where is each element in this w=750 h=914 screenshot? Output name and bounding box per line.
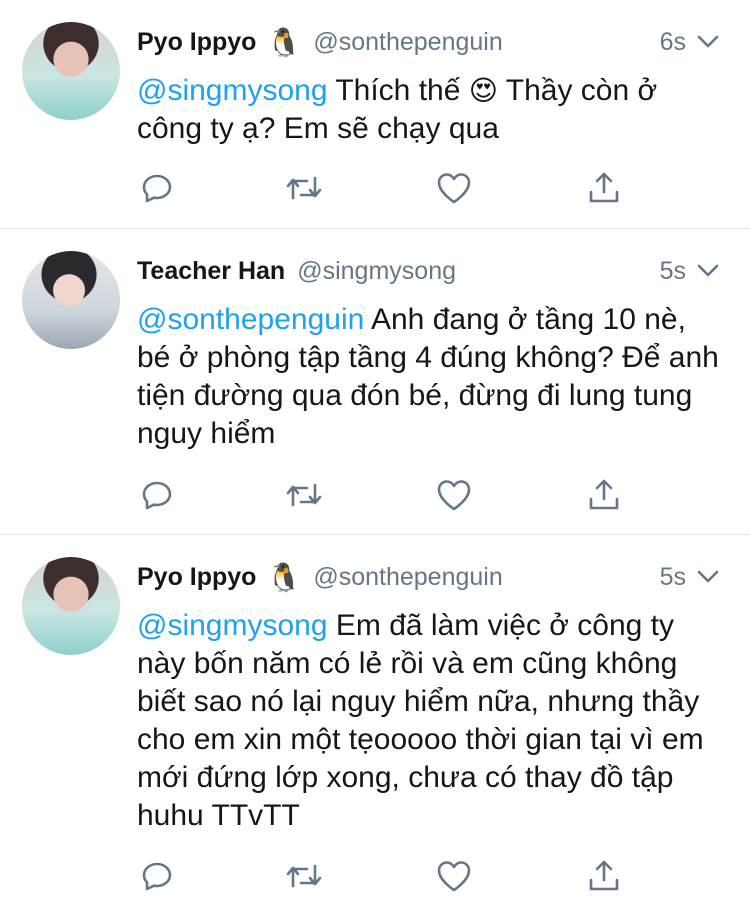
action-bar <box>137 475 637 515</box>
reply-button[interactable] <box>137 168 177 208</box>
timestamp[interactable]: 5s <box>660 559 686 595</box>
chevron-down-icon[interactable] <box>696 559 720 595</box>
share-icon <box>589 479 619 510</box>
tweet-header: Pyo Ippyo 🐧 @sonthepenguin <box>137 559 503 595</box>
timestamp[interactable]: 6s <box>660 24 686 60</box>
share-button[interactable] <box>584 475 624 515</box>
like-button[interactable] <box>434 168 474 208</box>
display-name[interactable]: Teacher Han <box>137 257 285 286</box>
mention-link[interactable]: @singmysong <box>137 609 328 642</box>
like-button[interactable] <box>434 475 474 515</box>
user-handle[interactable]: @singmysong <box>297 257 456 286</box>
reply-button[interactable] <box>137 475 177 515</box>
like-button[interactable] <box>434 856 474 896</box>
user-handle[interactable]: @sonthepenguin <box>313 563 502 592</box>
retweet-button[interactable] <box>284 168 324 208</box>
reply-icon <box>142 174 172 203</box>
avatar[interactable] <box>22 251 120 349</box>
share-button[interactable] <box>584 856 624 896</box>
retweet-icon <box>286 176 322 200</box>
tweet-text: @singmysong Thích thế 😍 Thầy còn ở công … <box>137 72 727 148</box>
reply-icon <box>142 862 172 891</box>
tweet[interactable]: Teacher Han @singmysong 5s @sonthepengui… <box>0 229 750 533</box>
penguin-icon: 🐧 <box>266 25 302 59</box>
share-button[interactable] <box>584 168 624 208</box>
tweet-feed: Pyo Ippyo 🐧 @sonthepenguin 6s @singmyson… <box>0 0 750 914</box>
mention-link[interactable]: @singmysong <box>137 74 328 107</box>
avatar[interactable] <box>22 557 120 655</box>
tweet-header: Teacher Han @singmysong <box>137 253 456 289</box>
heart-eyes-emoji: 😍 <box>468 74 498 107</box>
share-icon <box>589 172 619 203</box>
tweet-text: @sonthepenguin Anh đang ở tầng 10 nè, bé… <box>137 301 727 453</box>
display-name[interactable]: Pyo Ippyo <box>137 28 256 57</box>
timestamp[interactable]: 5s <box>660 253 686 289</box>
user-handle[interactable]: @sonthepenguin <box>313 28 502 57</box>
tweet[interactable]: Pyo Ippyo 🐧 @sonthepenguin 6s @singmyson… <box>0 0 750 228</box>
heart-icon <box>437 173 471 204</box>
retweet-icon <box>286 483 322 507</box>
retweet-icon <box>286 864 322 888</box>
avatar[interactable] <box>22 22 120 120</box>
heart-icon <box>437 861 471 892</box>
chevron-down-icon[interactable] <box>696 24 720 60</box>
chevron-down-icon[interactable] <box>696 253 720 289</box>
reply-icon <box>142 481 172 510</box>
penguin-icon: 🐧 <box>266 560 302 594</box>
action-bar <box>137 168 637 208</box>
tweet-header: Pyo Ippyo 🐧 @sonthepenguin <box>137 24 503 60</box>
share-icon <box>589 860 619 891</box>
mention-link[interactable]: @sonthepenguin <box>137 303 364 336</box>
retweet-button[interactable] <box>284 856 324 896</box>
tweet-text-part: Thích thế <box>327 74 469 107</box>
display-name[interactable]: Pyo Ippyo <box>137 563 256 592</box>
heart-icon <box>437 480 471 511</box>
tweet-text: @singmysong Em đã làm việc ở công ty này… <box>137 607 727 835</box>
reply-button[interactable] <box>137 856 177 896</box>
tweet[interactable]: Pyo Ippyo 🐧 @sonthepenguin 5s @singmyson… <box>0 535 750 914</box>
retweet-button[interactable] <box>284 475 324 515</box>
action-bar <box>137 856 637 896</box>
tweet-text-part: Em đã làm việc ở công ty này bốn năm có … <box>137 609 704 832</box>
